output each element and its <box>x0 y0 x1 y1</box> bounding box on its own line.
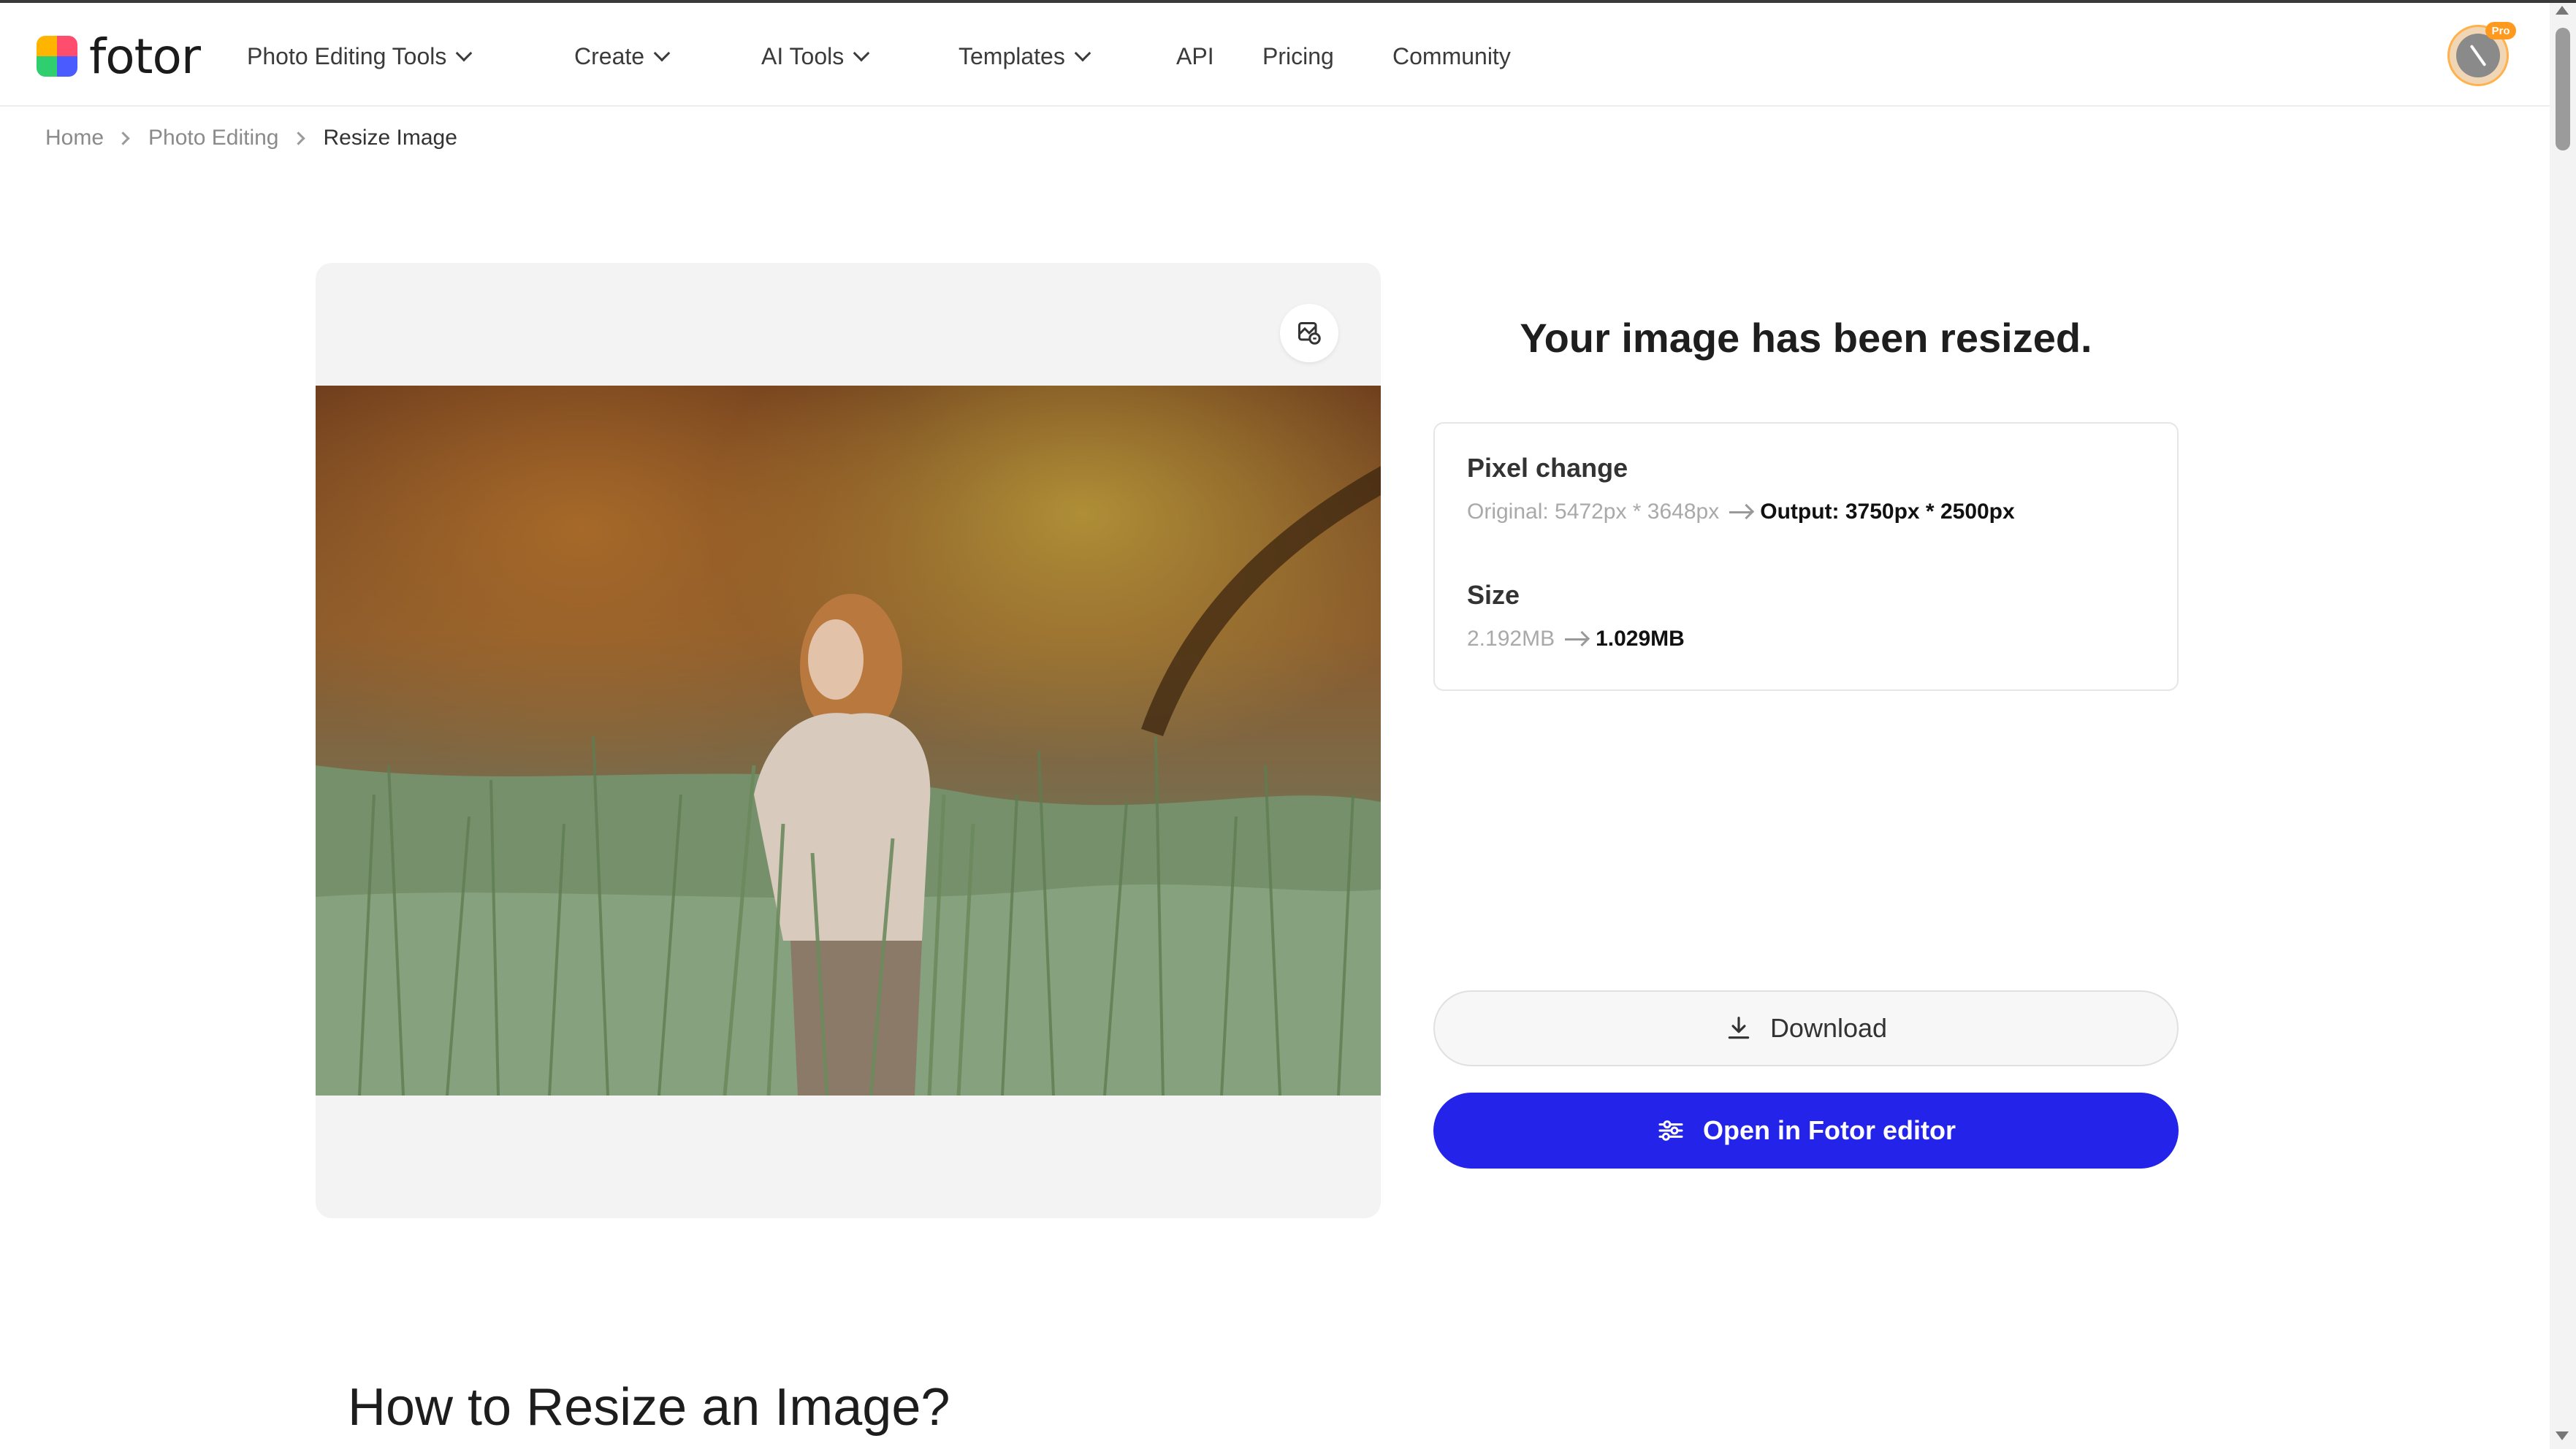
nav-label: Pricing <box>1262 42 1334 69</box>
compare-button[interactable] <box>1280 304 1338 362</box>
pixel-change-label: Pixel change <box>1467 453 1628 483</box>
result-title: Your image has been resized. <box>1520 315 2092 361</box>
pixel-output: Output: 3750px * 2500px <box>1760 500 2015 524</box>
how-to-resize-heading: How to Resize an Image? <box>348 1378 950 1437</box>
scroll-up-arrow-icon[interactable] <box>2556 6 2569 15</box>
nav-label: Templates <box>959 42 1065 69</box>
pro-badge: Pro <box>2485 22 2516 39</box>
nav-item-create[interactable]: Create <box>574 42 671 70</box>
sliders-icon <box>1656 1116 1685 1145</box>
fotor-logo[interactable]: fotor <box>37 28 201 85</box>
chevron-right-icon <box>116 131 130 145</box>
scrollbar-thumb[interactable] <box>2556 28 2570 150</box>
result-info-card: Pixel change Original: 5472px * 3648px O… <box>1433 422 2179 691</box>
chevron-down-icon <box>653 45 671 62</box>
size-label: Size <box>1467 580 1520 610</box>
chevron-down-icon <box>456 45 473 62</box>
fotor-logo-icon <box>37 36 77 77</box>
breadcrumb-home[interactable]: Home <box>45 126 104 150</box>
chevron-down-icon <box>853 45 870 62</box>
breadcrumb-current: Resize Image <box>323 126 457 150</box>
open-in-editor-label: Open in Fotor editor <box>1703 1115 1956 1145</box>
scroll-down-arrow-icon[interactable] <box>2556 1431 2569 1440</box>
nav-item-ai-tools[interactable]: AI Tools <box>761 42 870 70</box>
size-output: 1.029MB <box>1596 627 1685 651</box>
download-icon <box>1725 1014 1753 1042</box>
breadcrumb-photo-editing[interactable]: Photo Editing <box>148 126 278 150</box>
download-label: Download <box>1769 1013 1888 1043</box>
nav-label: AI Tools <box>761 42 845 69</box>
compare-icon <box>1298 322 1321 345</box>
nav-label: Create <box>574 42 645 69</box>
resized-photo <box>316 386 1381 1096</box>
nav-label: API <box>1176 42 1214 69</box>
pixel-original: Original: 5472px * 3648px <box>1467 500 1720 524</box>
nav-item-community[interactable]: Community <box>1392 43 1511 70</box>
nav-label: Photo Editing Tools <box>247 42 447 69</box>
image-preview-panel <box>316 263 1381 1218</box>
chevron-down-icon <box>1074 45 1091 62</box>
chevron-right-icon <box>291 131 305 145</box>
avatar-image <box>2456 34 2500 77</box>
breadcrumb: Home Photo Editing Resize Image <box>45 126 457 150</box>
nav-item-api[interactable]: API <box>1176 43 1214 70</box>
size-original: 2.192MB <box>1467 627 1555 651</box>
nav-item-photo-editing-tools[interactable]: Photo Editing Tools <box>247 42 473 70</box>
arrow-right-icon <box>1565 638 1588 641</box>
scrollbar-track[interactable] <box>2550 3 2576 1449</box>
nav-item-pricing[interactable]: Pricing <box>1262 43 1334 70</box>
nav-item-templates[interactable]: Templates <box>959 42 1091 70</box>
site-header: fotor Photo Editing Tools Create AI Tool… <box>0 3 2550 107</box>
download-button[interactable]: Download <box>1433 990 2179 1066</box>
size-row: 2.192MB 1.029MB <box>1467 627 1685 651</box>
pixel-change-row: Original: 5472px * 3648px Output: 3750px… <box>1467 500 2015 524</box>
logo-text: fotor <box>89 28 201 85</box>
open-in-editor-button[interactable]: Open in Fotor editor <box>1433 1093 2179 1169</box>
nav-label: Community <box>1392 42 1511 69</box>
arrow-right-icon <box>1729 511 1752 513</box>
